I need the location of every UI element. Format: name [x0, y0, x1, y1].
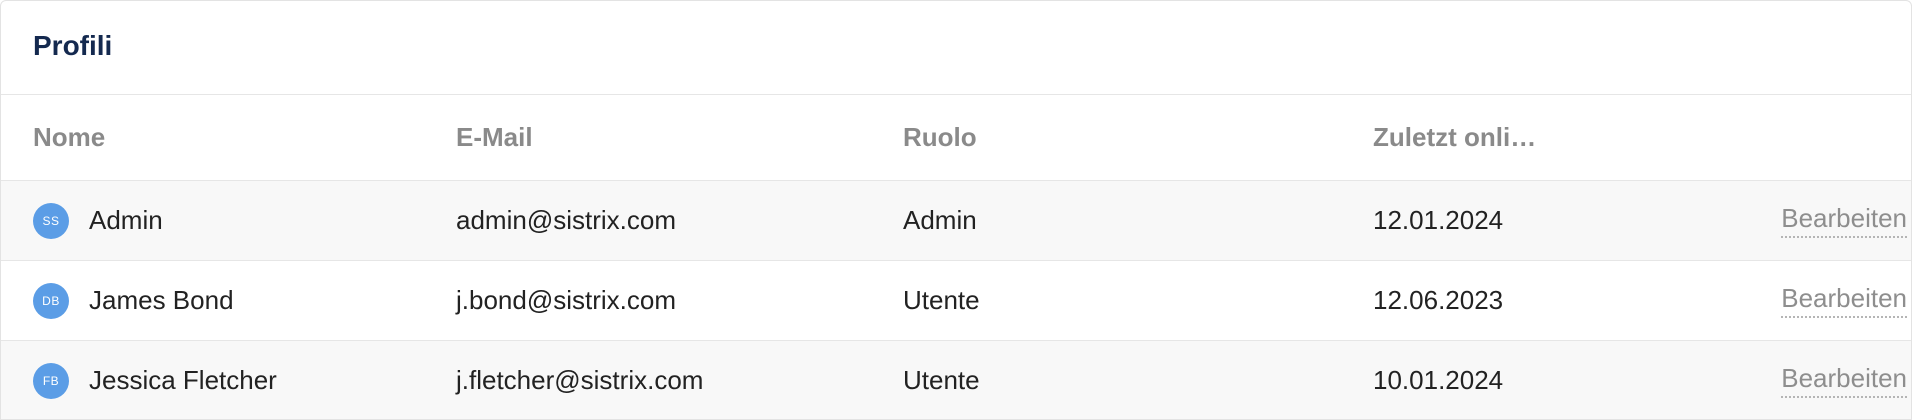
- user-name: Jessica Fletcher: [89, 365, 277, 395]
- action-cell: Bearbeiten: [1717, 203, 1907, 238]
- table-header-row: Nome E-Mail Ruolo Zuletzt onli…: [1, 95, 1911, 181]
- user-name-cell: SS Admin: [1, 202, 456, 239]
- panel-header: Profili: [1, 1, 1911, 95]
- avatar: SS: [33, 202, 69, 239]
- user-email: admin@sistrix.com: [456, 205, 676, 235]
- user-role: Utente: [903, 365, 980, 395]
- user-last-online: 10.01.2024: [1373, 365, 1504, 395]
- table-row: DB James Bond j.bond@sistrix.com Utente …: [1, 261, 1911, 341]
- avatar: DB: [33, 282, 69, 319]
- avatar: FB: [33, 362, 69, 399]
- page-title: Profili: [33, 29, 113, 61]
- action-cell: Bearbeiten: [1717, 363, 1907, 398]
- table-row: FB Jessica Fletcher j.fletcher@sistrix.c…: [1, 341, 1911, 419]
- column-header-last-online[interactable]: Zuletzt onli…: [1373, 122, 1717, 153]
- user-role: Admin: [903, 205, 977, 235]
- user-name: Admin: [89, 205, 163, 235]
- user-role: Utente: [903, 285, 980, 315]
- profiles-panel: Profili Nome E-Mail Ruolo Zuletzt onli… …: [0, 0, 1912, 420]
- user-last-online: 12.06.2023: [1373, 285, 1504, 315]
- column-header-role[interactable]: Ruolo: [903, 122, 1373, 153]
- user-name-cell: FB Jessica Fletcher: [1, 362, 456, 399]
- user-email: j.fletcher@sistrix.com: [456, 365, 704, 395]
- user-name-cell: DB James Bond: [1, 282, 456, 319]
- user-email: j.bond@sistrix.com: [456, 285, 677, 315]
- user-last-online: 12.01.2024: [1373, 205, 1504, 235]
- user-name: James Bond: [89, 285, 234, 315]
- edit-button[interactable]: Bearbeiten: [1781, 283, 1907, 318]
- edit-button[interactable]: Bearbeiten: [1781, 363, 1907, 398]
- table-row: SS Admin admin@sistrix.com Admin 12.01.2…: [1, 181, 1911, 261]
- action-cell: Bearbeiten: [1717, 283, 1907, 318]
- column-header-email[interactable]: E-Mail: [456, 122, 903, 153]
- edit-button[interactable]: Bearbeiten: [1781, 203, 1907, 238]
- column-header-name[interactable]: Nome: [1, 122, 456, 153]
